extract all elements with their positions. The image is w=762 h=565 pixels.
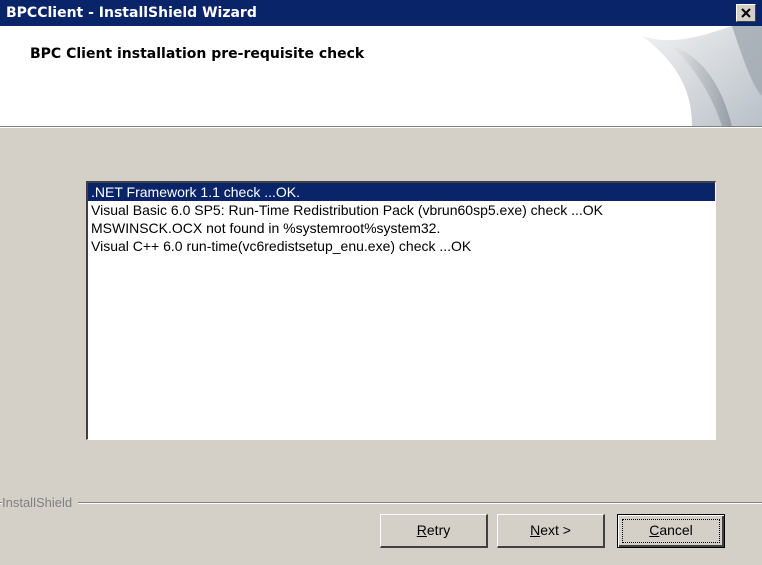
list-item[interactable]: Visual C++ 6.0 run-time(vc6redistsetup_e… xyxy=(88,237,715,255)
next-button[interactable]: Next > xyxy=(497,514,605,548)
list-item[interactable]: .NET Framework 1.1 check ...OK. xyxy=(88,183,715,201)
next-label: ext > xyxy=(540,522,571,538)
retry-mnemonic: R xyxy=(416,522,427,538)
retry-button[interactable]: Retry xyxy=(380,514,488,548)
page-title: BPC Client installation pre-requisite ch… xyxy=(30,46,365,62)
installshield-separator: InstallShield xyxy=(0,495,762,510)
page-curl-graphic xyxy=(642,26,762,126)
cancel-label: ancel xyxy=(659,522,693,538)
list-item[interactable]: Visual Basic 6.0 SP5: Run-Time Redistrib… xyxy=(88,201,715,219)
cancel-caption: Cancel xyxy=(649,522,693,538)
installshield-wizard-window: BPCClient - InstallShield Wizard BPC Cli… xyxy=(0,0,762,565)
installshield-brand-label: InstallShield xyxy=(2,495,79,510)
cancel-mnemonic: C xyxy=(649,522,660,538)
cancel-button[interactable]: Cancel xyxy=(617,514,725,548)
header-divider xyxy=(0,127,762,128)
close-button[interactable] xyxy=(736,4,756,22)
next-mnemonic: N xyxy=(530,522,541,538)
list-item[interactable]: MSWINSCK.OCX not found in %systemroot%sy… xyxy=(88,219,715,237)
window-title: BPCClient - InstallShield Wizard xyxy=(6,5,257,21)
retry-label: etry xyxy=(426,522,451,538)
wizard-header: BPC Client installation pre-requisite ch… xyxy=(0,26,762,127)
close-icon xyxy=(741,8,751,18)
prerequisite-list[interactable]: .NET Framework 1.1 check ...OK. Visual B… xyxy=(86,181,716,440)
title-bar[interactable]: BPCClient - InstallShield Wizard xyxy=(0,0,762,26)
separator-line xyxy=(0,502,762,504)
